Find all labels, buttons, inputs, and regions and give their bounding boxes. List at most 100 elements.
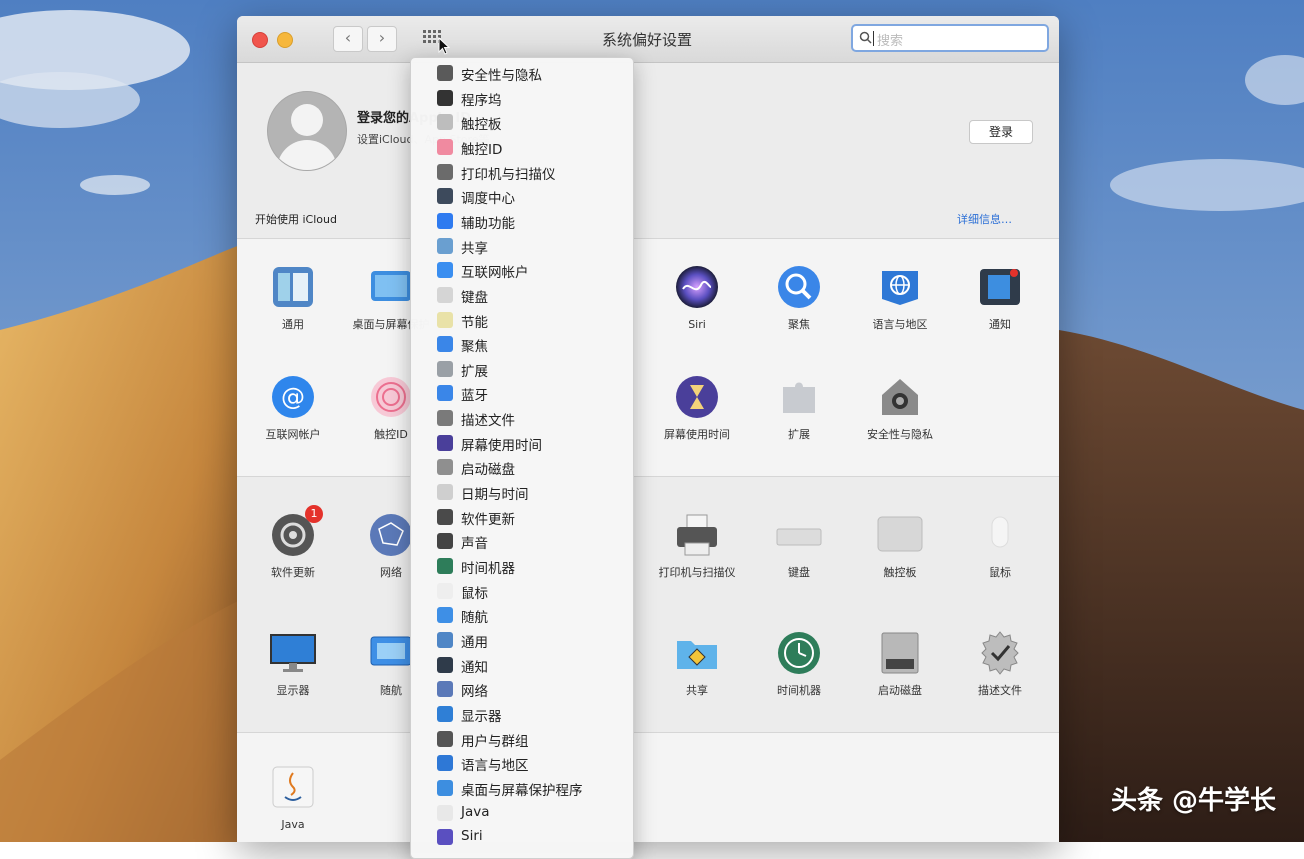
more-info-link[interactable]: 详细信息… <box>957 211 1012 227</box>
menu-item[interactable]: 调度中心 <box>411 184 633 209</box>
menu-item[interactable]: 扩展 <box>411 357 633 382</box>
pref-label: 互联网帐户 <box>265 428 321 441</box>
pref-keyboard[interactable]: 键盘 <box>753 511 845 580</box>
menu-item[interactable]: Java <box>411 801 633 826</box>
menu-item[interactable]: 启动磁盘 <box>411 455 633 480</box>
menu-item[interactable]: 通用 <box>411 628 633 653</box>
menu-item-icon <box>437 385 453 402</box>
pref-label: 通用 <box>282 318 304 331</box>
login-button[interactable]: 登录 <box>969 120 1033 144</box>
pref-display[interactable]: 显示器 <box>247 629 339 698</box>
pref-notifications[interactable]: 通知 <box>954 263 1046 332</box>
menu-item[interactable]: 蓝牙 <box>411 381 633 406</box>
pref-label: Siri <box>688 318 706 331</box>
internet-accounts-icon: @ <box>269 373 317 421</box>
java-icon <box>269 763 317 811</box>
menu-item-label: 打印机与扫描仪 <box>461 166 556 183</box>
pref-label: 描述文件 <box>978 684 1022 697</box>
menu-item-icon <box>437 212 453 229</box>
avatar[interactable] <box>267 91 347 171</box>
menu-item[interactable]: 共享 <box>411 234 633 259</box>
menu-item[interactable]: 通知 <box>411 653 633 678</box>
menu-item-icon <box>437 311 453 328</box>
pref-general[interactable]: 通用 <box>247 263 339 332</box>
menu-item-label: 软件更新 <box>461 511 515 528</box>
menu-item[interactable]: 聚焦 <box>411 332 633 357</box>
menu-item[interactable]: 鼠标 <box>411 579 633 604</box>
menu-item-icon <box>437 286 453 303</box>
menu-item-label: 触控板 <box>461 117 502 134</box>
menu-item-icon <box>437 237 453 254</box>
menu-item-label: 描述文件 <box>461 413 515 430</box>
menu-item[interactable]: 安全性与隐私 <box>411 61 633 86</box>
pref-label: 鼠标 <box>989 566 1011 579</box>
menu-item-icon <box>437 755 453 772</box>
title-bar[interactable]: ‹ › 系统偏好设置 搜索 <box>237 16 1059 63</box>
minimize-button[interactable] <box>277 32 293 48</box>
menu-item[interactable]: 网络 <box>411 677 633 702</box>
menu-item-label: 节能 <box>461 314 488 331</box>
pref-security[interactable]: 安全性与隐私 <box>854 373 946 442</box>
menu-item[interactable]: 桌面与屏幕保护程序 <box>411 776 633 801</box>
menu-item[interactable]: 节能 <box>411 308 633 333</box>
prefs-section-hardware: 1 软件更新 网络 打印机与扫描仪 键盘 触控板 鼠标 显示器 随航 共享 时间… <box>237 476 1059 733</box>
back-button[interactable]: ‹ <box>333 26 363 52</box>
menu-item[interactable]: 描述文件 <box>411 406 633 431</box>
menu-item-icon <box>437 829 453 846</box>
menu-item[interactable]: Siri <box>411 825 633 850</box>
menu-item[interactable]: 打印机与扫描仪 <box>411 160 633 185</box>
extensions-icon <box>775 373 823 421</box>
menu-item[interactable]: 时间机器 <box>411 554 633 579</box>
system-preferences-window: ‹ › 系统偏好设置 搜索 登录您的Apple ID 设置iCloud、App … <box>237 16 1059 842</box>
menu-item[interactable]: 用户与群组 <box>411 727 633 752</box>
menu-item[interactable]: 互联网帐户 <box>411 258 633 283</box>
pref-internet-accounts[interactable]: @ 互联网帐户 <box>247 373 339 442</box>
menu-item[interactable]: 触控ID <box>411 135 633 160</box>
pref-label: 屏幕使用时间 <box>664 428 730 441</box>
network-icon <box>367 511 415 559</box>
menu-item-label: 程序坞 <box>461 92 502 109</box>
desktop-icon <box>367 263 415 311</box>
pref-startup-disk[interactable]: 启动磁盘 <box>854 629 946 698</box>
menu-item-icon <box>437 631 453 648</box>
menu-item[interactable]: 程序坞 <box>411 86 633 111</box>
menu-item[interactable]: 触控板 <box>411 110 633 135</box>
menu-item-icon <box>437 89 453 106</box>
menu-item[interactable]: 辅助功能 <box>411 209 633 234</box>
menu-item[interactable]: 屏幕使用时间 <box>411 431 633 456</box>
pref-label: 时间机器 <box>777 684 821 697</box>
forward-button[interactable]: › <box>367 26 397 52</box>
pref-label: 打印机与扫描仪 <box>658 566 736 579</box>
menu-item-label: 桌面与屏幕保护程序 <box>461 782 583 799</box>
pref-screentime[interactable]: 屏幕使用时间 <box>651 373 743 442</box>
pref-label: 语言与地区 <box>872 318 928 331</box>
menu-item[interactable]: 随航 <box>411 603 633 628</box>
pref-spotlight[interactable]: 聚焦 <box>753 263 845 332</box>
pref-timemachine[interactable]: 时间机器 <box>753 629 845 698</box>
menu-item-label: 互联网帐户 <box>461 265 529 282</box>
close-button[interactable] <box>252 32 268 48</box>
pref-trackpad[interactable]: 触控板 <box>854 511 946 580</box>
menu-item-label: 共享 <box>461 240 488 257</box>
pref-mouse[interactable]: 鼠标 <box>954 511 1046 580</box>
menu-item[interactable]: 键盘 <box>411 283 633 308</box>
menu-item-icon <box>437 360 453 377</box>
pref-java[interactable]: Java <box>247 763 339 832</box>
pref-extensions[interactable]: 扩展 <box>753 373 845 442</box>
pref-siri[interactable]: Siri <box>651 263 743 332</box>
startup-disk-icon <box>876 629 924 677</box>
menu-item-label: 启动磁盘 <box>461 462 515 479</box>
menu-item[interactable]: 声音 <box>411 529 633 554</box>
pref-printer[interactable]: 打印机与扫描仪 <box>651 511 743 580</box>
prefs-section-personal: 通用 桌面与屏幕保护 Siri 聚焦 语言与地区 通知 @ 互联网帐户 触控ID… <box>237 238 1059 477</box>
pref-software-update[interactable]: 1 软件更新 <box>247 505 339 580</box>
pref-label: 显示器 <box>276 684 310 697</box>
pref-sharing[interactable]: 共享 <box>651 629 743 698</box>
search-field[interactable]: 搜索 <box>851 24 1049 52</box>
menu-item[interactable]: 软件更新 <box>411 505 633 530</box>
pref-profiles[interactable]: 描述文件 <box>954 629 1046 698</box>
pref-language[interactable]: 语言与地区 <box>854 263 946 332</box>
menu-item[interactable]: 语言与地区 <box>411 751 633 776</box>
menu-item[interactable]: 显示器 <box>411 702 633 727</box>
menu-item[interactable]: 日期与时间 <box>411 480 633 505</box>
